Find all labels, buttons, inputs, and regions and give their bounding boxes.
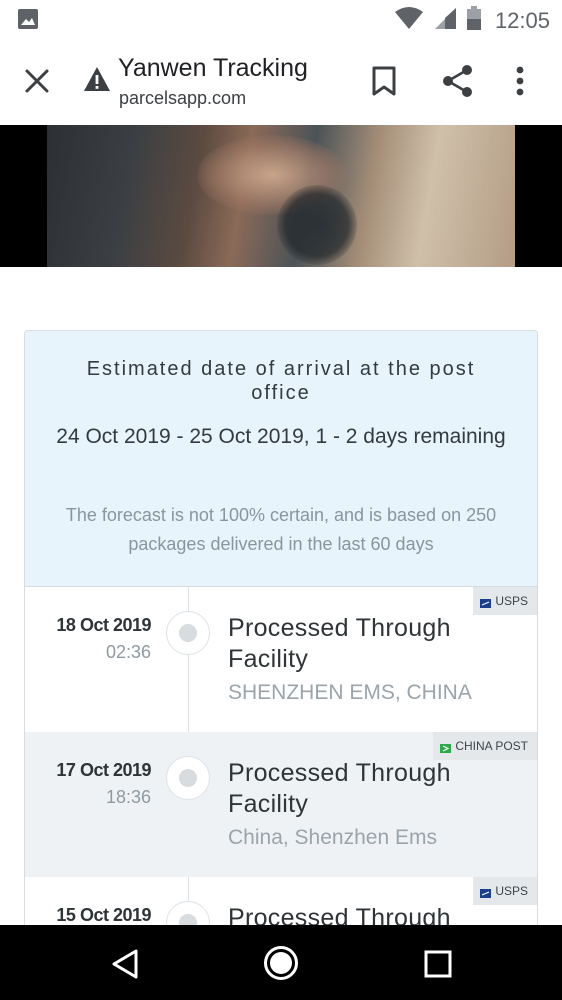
carrier-name: USPS [495,884,528,898]
hero-banner [0,125,562,267]
bookmark-icon[interactable] [371,66,397,101]
usps-flag-icon [480,887,492,898]
signal-icon [433,6,457,35]
timeline-dot [166,611,210,655]
event-time: 02:36 [105,642,151,662]
warning-icon[interactable] [83,66,111,97]
estimate-heading: Estimated date of arrival at the post of… [86,358,476,404]
recents-icon[interactable] [424,950,452,983]
event-status: Processed Through Facility [228,614,451,673]
more-icon[interactable] [516,66,524,101]
hero-photo [47,125,515,267]
page-domain: parcelsapp.com [119,88,247,108]
event-status: Processed Through Facility [228,759,451,818]
usps-flag-icon [480,597,492,608]
clock: 12:05 [494,7,550,33]
share-icon[interactable] [441,64,475,103]
event-time: 18:36 [105,787,151,807]
estimate-note: The forecast is not 100% certain, and is… [65,505,497,554]
china-post-flag-icon [440,742,452,753]
event-date: 18 Oct 2019 [56,615,151,635]
timeline-event[interactable]: USPS 15 Oct 2019 Processed Through [25,877,537,931]
timeline-event[interactable]: USPS 18 Oct 2019 02:36 Processed Through… [25,587,537,732]
estimate-dates: 24 Oct 2019 - 25 Oct 2019, 1 - 2 days re… [56,425,506,448]
timeline-dot [166,756,210,800]
carrier-name: USPS [495,594,528,608]
timeline-event[interactable]: CHINA POST 17 Oct 2019 18:36 Processed T… [25,732,537,877]
home-icon[interactable] [263,945,299,986]
arrival-estimate: Estimated date of arrival at the post of… [25,331,537,587]
page-title: Yanwen Tracking [118,54,308,82]
event-date: 17 Oct 2019 [56,760,151,780]
carrier-badge: USPS [473,587,537,615]
status-bar: 12:05 [0,0,562,40]
carrier-badge: CHINA POST [433,732,537,760]
custom-tab-toolbar: Yanwen Tracking parcelsapp.com [0,40,562,125]
carrier-name: CHINA POST [455,739,528,753]
carrier-badge: USPS [473,877,537,905]
wifi-icon [394,6,423,35]
tracking-card: Estimated date of arrival at the post of… [24,330,538,931]
event-location: SHENZHEN EMS, CHINA [228,681,472,704]
gallery-icon [17,8,39,35]
event-date: 15 Oct 2019 [56,905,151,925]
back-icon[interactable] [110,948,140,985]
system-nav-bar [0,925,562,1000]
battery-icon [466,6,481,35]
close-icon[interactable] [22,66,52,101]
event-location: China, Shenzhen Ems [228,826,437,849]
